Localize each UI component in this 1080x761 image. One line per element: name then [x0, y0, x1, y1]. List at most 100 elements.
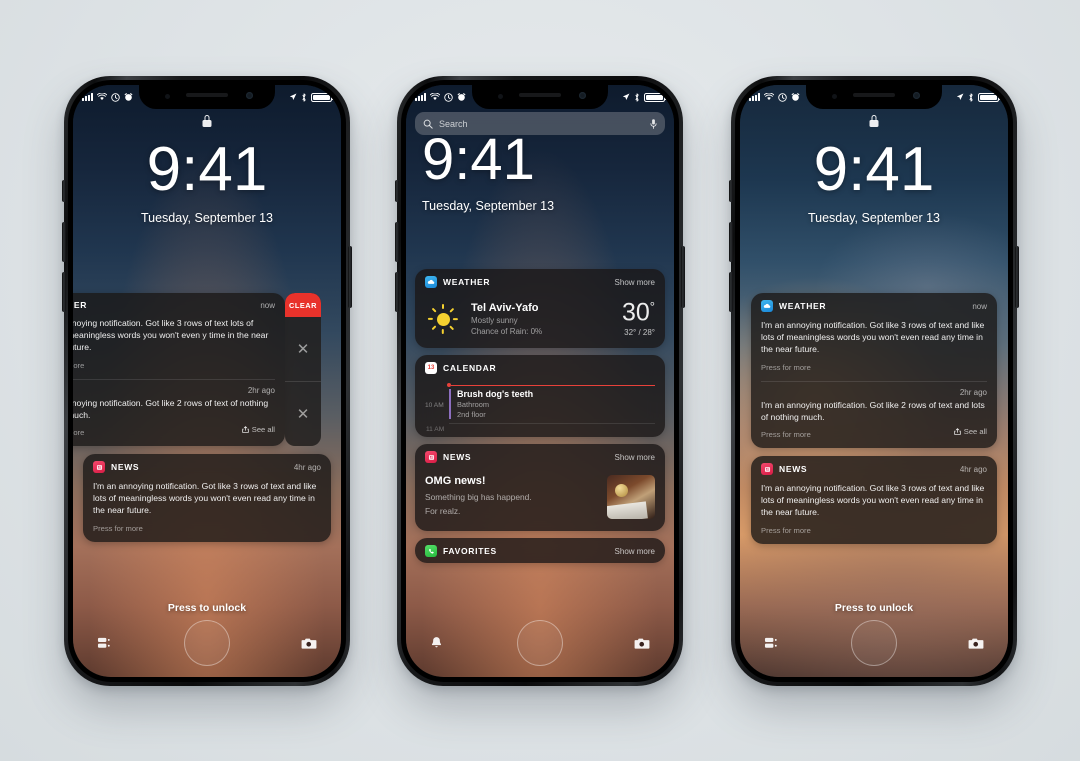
event-location: Bathroom	[457, 400, 490, 410]
home-button[interactable]	[851, 620, 897, 666]
card-header: HER now	[73, 293, 285, 315]
bluetooth-icon	[301, 92, 307, 102]
card-header: WEATHER now	[751, 293, 997, 317]
weather-condition: Mostly sunny	[471, 315, 518, 325]
phone-2-screen: Search 9:41 Tuesday, September 13 WEATHE…	[406, 85, 674, 677]
dismiss-icon-1[interactable]: ✕	[285, 317, 321, 381]
news-headline: OMG news!	[425, 475, 486, 488]
calendar-widget[interactable]: 13 CALENDAR 10 AM Brush dog's teeth Bath…	[415, 355, 665, 438]
flashlight-icon[interactable]	[97, 636, 112, 650]
alarm-icon	[457, 92, 466, 102]
widget-list: WEATHER Show more Tel Aviv-Yafo Mostly s…	[406, 269, 674, 570]
volume-down-button[interactable]	[729, 272, 733, 312]
notification-list-3: WEATHER now I'm an annoying notification…	[740, 293, 1008, 544]
volume-down-button[interactable]	[395, 272, 399, 312]
search-bar[interactable]: Search	[415, 112, 665, 135]
weather-city: Tel Aviv-Yafo	[471, 301, 539, 314]
home-button[interactable]	[517, 620, 563, 666]
volume-up-button[interactable]	[62, 222, 66, 262]
battery-icon	[978, 92, 1001, 102]
timestamp-label: 4hr ago	[959, 464, 987, 474]
location-arrow-icon	[622, 93, 630, 101]
news-app-icon	[93, 461, 105, 474]
battery-icon	[644, 92, 667, 102]
volume-up-button[interactable]	[729, 222, 733, 262]
calendar-app-icon: 13	[425, 362, 437, 375]
dismiss-icon-2[interactable]: ✕	[285, 381, 321, 446]
volume-down-button[interactable]	[62, 272, 66, 312]
weather-high-low: 32° / 28°	[624, 328, 655, 338]
notification-text-second: nnoying notification. Got like 2 rows of…	[73, 397, 269, 420]
flashlight-icon[interactable]	[764, 636, 779, 650]
favorites-widget[interactable]: FAVORITES Show more	[415, 538, 665, 564]
press-to-unlock-label: Press to unlock	[834, 602, 914, 614]
swiped-notification-row[interactable]: HER now nnoying notification. Got like 3…	[73, 293, 331, 447]
card-body: I'm an annoying notification. Got like 3…	[83, 478, 331, 542]
app-name-label: HER	[73, 300, 88, 310]
lock-icon	[869, 115, 879, 127]
event-detail: 2nd floor	[457, 410, 486, 420]
see-all-button[interactable]: See all	[242, 425, 275, 434]
see-all-button[interactable]: See all	[954, 427, 987, 436]
app-name-label: FAVORITES	[443, 546, 497, 557]
news-subline-2: For realz.	[425, 505, 461, 516]
lock-clock-1: 9:41 Tuesday, September 13	[73, 135, 341, 226]
widget-header: NEWS Show more	[415, 444, 665, 469]
mute-switch[interactable]	[395, 180, 399, 202]
show-more-button[interactable]: Show more	[615, 453, 655, 462]
news-notification-card[interactable]: NEWS 4hr ago I'm an annoying notificatio…	[83, 454, 331, 542]
alarm-icon	[124, 92, 133, 102]
degree-symbol: °	[649, 299, 655, 314]
notification-list-1: HER now nnoying notification. Got like 3…	[73, 293, 341, 542]
search-placeholder: Search	[439, 118, 468, 129]
see-all-label: See all	[251, 424, 275, 434]
news-notification-card[interactable]: NEWS 4hr ago I'm an annoying notificatio…	[751, 456, 997, 544]
news-widget[interactable]: NEWS Show more OMG news! Something big h…	[415, 444, 665, 532]
microphone-icon[interactable]	[650, 118, 657, 129]
widget-header: 13 CALENDAR	[415, 355, 665, 380]
show-more-button[interactable]: Show more	[615, 278, 655, 287]
lock-screen-dock	[406, 619, 674, 667]
press-to-unlock-label: Press to unlock	[167, 602, 247, 614]
timestamp-label: now	[260, 300, 275, 310]
clock-date: Tuesday, September 13	[807, 211, 941, 225]
notification-text: I'm an annoying notification. Got like 3…	[761, 483, 985, 518]
mute-switch[interactable]	[729, 180, 733, 202]
clock-time: 9:41	[422, 127, 535, 192]
press-for-more-label-second: Press for more	[761, 430, 811, 440]
mute-switch[interactable]	[62, 180, 66, 202]
event-time: 10 AM	[425, 402, 444, 410]
volume-up-button[interactable]	[395, 222, 399, 262]
news-subline-1: Something big has happend.	[425, 492, 532, 503]
press-for-more-label: Press for more	[761, 525, 811, 535]
camera-icon[interactable]	[968, 637, 984, 650]
do-not-disturb-icon	[778, 92, 787, 102]
notification-text: nnoying notification. Got like 3 rows of…	[73, 318, 269, 353]
press-for-more-label: Press for more	[93, 523, 143, 533]
show-more-button[interactable]: Show more	[615, 547, 655, 556]
app-name-label: WEATHER	[443, 277, 491, 287]
timestamp-label-second: 2hr ago	[247, 385, 275, 395]
alarm-icon	[791, 92, 800, 102]
camera-icon[interactable]	[301, 637, 317, 650]
calendar-event-row[interactable]: 10 AM Brush dog's teeth Bathroom 2nd flo…	[425, 389, 655, 420]
power-button[interactable]	[681, 246, 685, 308]
news-thumbnail-image	[607, 475, 655, 520]
home-button[interactable]	[184, 620, 230, 666]
weather-notification-card[interactable]: WEATHER now I'm an annoying notification…	[751, 293, 997, 449]
sun-icon	[428, 303, 459, 334]
clock-time: 9:41	[146, 135, 268, 204]
clear-button[interactable]: CLEAR	[285, 293, 321, 317]
clock-date: Tuesday, September 13	[140, 211, 274, 225]
weather-notification-card-swiped[interactable]: HER now nnoying notification. Got like 3…	[73, 293, 285, 447]
power-button[interactable]	[1015, 246, 1019, 308]
share-icon	[954, 427, 961, 435]
power-button[interactable]	[348, 246, 352, 308]
weather-widget[interactable]: WEATHER Show more Tel Aviv-Yafo Mostly s…	[415, 269, 665, 349]
widget-header: FAVORITES Show more	[415, 538, 665, 563]
widget-body: OMG news! Something big has happend. For…	[415, 469, 665, 531]
camera-icon[interactable]	[634, 637, 650, 650]
calendar-divider	[449, 423, 655, 425]
bell-icon[interactable]	[430, 636, 443, 650]
lock-screen-dock	[740, 619, 1008, 667]
